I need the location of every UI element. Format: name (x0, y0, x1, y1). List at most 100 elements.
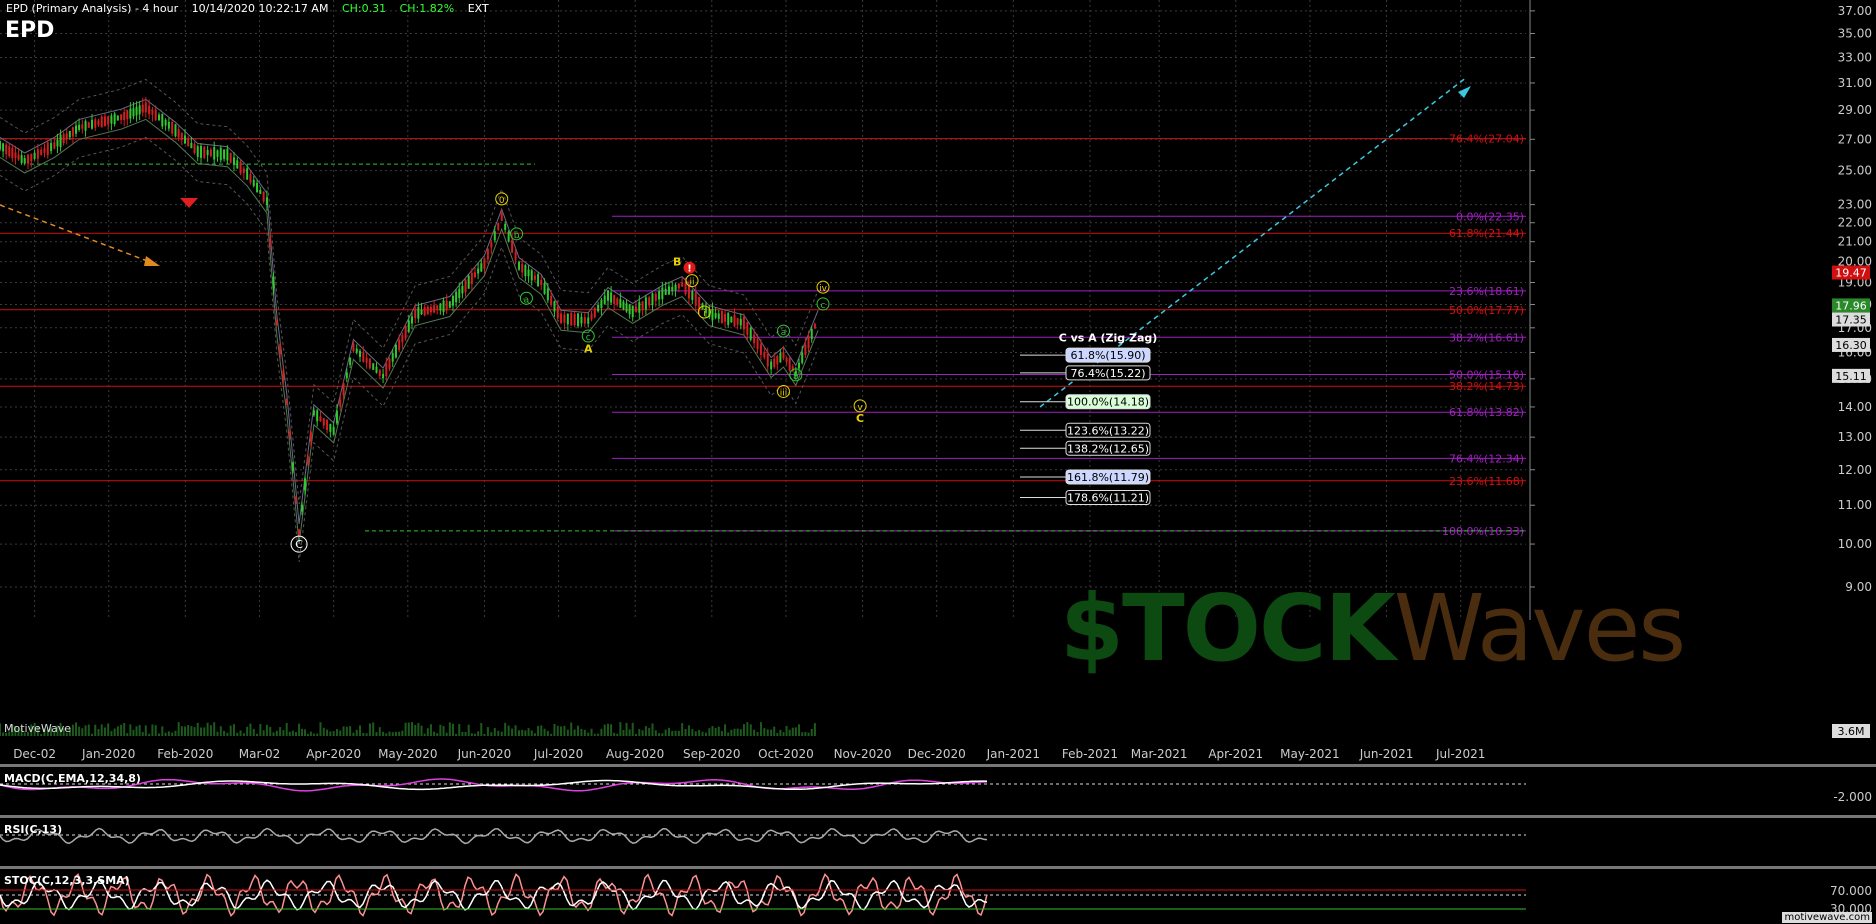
fib-label-red: 38.2%(14.73) (1449, 380, 1524, 393)
band-line (0, 98, 819, 525)
x-tick-label: Jun-2020 (457, 747, 512, 761)
wave-label: ii (690, 278, 695, 288)
volume-bar (550, 733, 553, 736)
candle-body (804, 344, 807, 355)
rsi-separator (0, 815, 1876, 818)
candle-body (587, 317, 590, 324)
volume-bar (113, 728, 116, 736)
volume-bar (282, 730, 285, 736)
volume-bar (196, 722, 199, 736)
candle-body (681, 282, 684, 287)
candle-body (332, 426, 335, 435)
volume-bar (193, 727, 196, 736)
price-chart[interactable]: Dec-02 Jan-2020 Feb-2020 Mar-02 Apr-2020 May-… (0, 0, 1876, 924)
candle-body (490, 242, 493, 248)
candle-body (464, 279, 467, 293)
candle-body (265, 197, 268, 206)
volume-bar (265, 724, 268, 736)
candle-body (206, 149, 209, 156)
candle-body (483, 258, 486, 269)
volume-bar (291, 730, 294, 736)
candle-body (654, 293, 657, 301)
chart-datetime: 10/14/2020 10:22:17 AM (191, 2, 329, 15)
candle-body (530, 270, 533, 281)
volume-bar (749, 724, 752, 736)
fib-label-red: 50.0%(17.77) (1449, 304, 1524, 317)
volume-bar (583, 729, 586, 736)
volume-bar (801, 732, 804, 736)
candle-body (773, 358, 776, 368)
candle-body (394, 344, 397, 358)
candle-body (8, 146, 11, 157)
volume-bar (335, 728, 338, 736)
indicator-tag-label: 69.1 (1845, 830, 1872, 844)
candle-body (736, 318, 739, 325)
candle-body (638, 302, 641, 313)
volume-bar (294, 732, 297, 736)
volume-bar (473, 733, 476, 736)
x-tick-label: May-2020 (378, 747, 437, 761)
candle-body (200, 145, 203, 158)
candle-body (420, 309, 423, 315)
price-tag-label: 19.47 (1835, 267, 1867, 280)
volume-bar (385, 733, 388, 736)
volume-bar (332, 731, 335, 736)
candle-body (339, 399, 342, 407)
candle-body (648, 297, 651, 306)
volume-bar (242, 733, 245, 736)
candle-body (355, 348, 358, 353)
candle-body (518, 261, 521, 270)
candle-body (65, 133, 68, 140)
candle-body (229, 153, 232, 163)
volume-bar (540, 725, 543, 736)
candle-body (759, 344, 762, 355)
volume-bar (500, 731, 503, 736)
volume-bar (448, 722, 451, 736)
volume-bar (401, 730, 404, 736)
candle-body (455, 291, 458, 303)
fib-label-magenta: 61.8%(13.82) (1449, 406, 1524, 419)
candle-body (391, 353, 394, 362)
candle-body (458, 288, 461, 298)
candle-body (442, 300, 445, 312)
candle-body (294, 496, 297, 502)
volume-bar (372, 722, 375, 736)
volume-bar (736, 728, 739, 736)
volume-bar (497, 730, 500, 736)
volume-bar (467, 724, 470, 736)
candle-body (497, 223, 500, 230)
volume-bar (426, 728, 429, 736)
candle-body (543, 282, 546, 294)
wave-label: A (584, 343, 593, 356)
x-tick-label: Dec-02 (13, 747, 56, 761)
candle-body (664, 288, 667, 295)
candle-body (36, 149, 39, 159)
volume-bar (429, 724, 432, 736)
volume-bar (477, 731, 480, 736)
alert-marker-text: ! (687, 264, 692, 275)
volume-bar (691, 729, 694, 736)
candle-body (180, 132, 183, 140)
volume-bar (288, 731, 291, 736)
volume-bar (770, 729, 773, 736)
volume-bar (174, 730, 177, 736)
volume-bar (798, 724, 801, 736)
volume-bar (813, 723, 816, 736)
candle-body (203, 146, 206, 158)
candle-body (11, 148, 14, 159)
volume-bar (161, 726, 164, 736)
candle-body (439, 303, 442, 311)
candle-body (232, 157, 235, 165)
chart-title: EPD (Primary Analysis) - 4 hour (6, 2, 179, 15)
volume-bar (200, 727, 203, 736)
x-tick-label: Jun-2021 (1359, 747, 1414, 761)
candle-body (436, 305, 439, 311)
candle-body (59, 134, 62, 148)
volume-bar (135, 726, 138, 736)
volume-bar (756, 732, 759, 736)
candle-body (285, 399, 288, 404)
candle-body (493, 231, 496, 241)
candle-body (20, 155, 23, 163)
candle-body (68, 130, 71, 138)
volume-bar (580, 728, 583, 736)
